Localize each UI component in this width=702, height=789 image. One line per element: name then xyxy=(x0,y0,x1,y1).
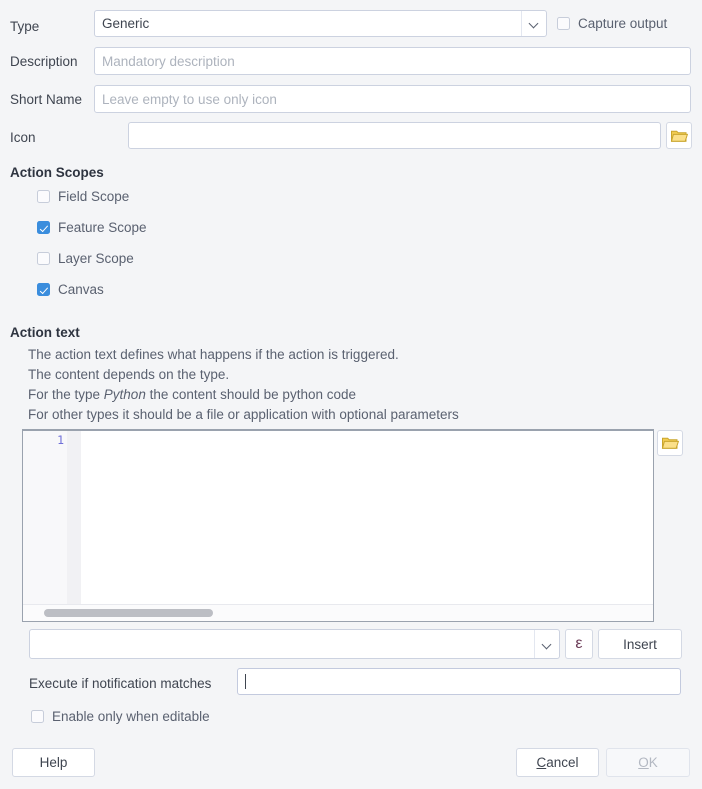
type-combobox[interactable]: Generic xyxy=(94,10,547,37)
editor-horizontal-scrollbar-thumb[interactable] xyxy=(44,609,213,617)
scope-layer-checkbox[interactable]: Layer Scope xyxy=(37,252,134,266)
action-text-title: Action text xyxy=(10,325,80,340)
action-text-help-line-3: For the type Python the content should b… xyxy=(28,385,459,405)
action-text-help-line-1: The action text defines what happens if … xyxy=(28,347,399,362)
editor-code-area[interactable] xyxy=(81,431,653,621)
type-label: Type xyxy=(10,19,40,34)
scope-layer-checkbox-box xyxy=(37,252,50,266)
chevron-down-icon xyxy=(521,11,546,36)
python-line-after: the content should be python code xyxy=(145,387,356,402)
scope-feature-checkbox[interactable]: Feature Scope xyxy=(37,221,147,235)
folder-icon xyxy=(670,130,688,142)
python-line-before: For the type xyxy=(28,387,104,402)
help-button-label: Help xyxy=(39,755,68,770)
scope-field-label: Field Scope xyxy=(58,189,130,204)
insert-button-label: Insert xyxy=(623,636,657,652)
scope-feature-checkbox-box xyxy=(37,221,50,235)
help-button[interactable]: Help xyxy=(12,748,95,777)
action-text-browse-button[interactable] xyxy=(657,430,683,456)
cancel-button[interactable]: Cancel xyxy=(516,748,599,777)
editor-line-number: 1 xyxy=(57,433,64,447)
type-combobox-value: Generic xyxy=(102,16,150,31)
editor-gutter: 1 xyxy=(23,431,67,621)
ok-button[interactable]: OK xyxy=(606,748,690,777)
icon-browse-button[interactable] xyxy=(666,122,692,149)
enable-only-when-editable-checkbox[interactable]: Enable only when editable xyxy=(31,710,210,724)
enable-only-when-editable-label: Enable only when editable xyxy=(52,709,210,724)
action-text-help: The action text defines what happens if … xyxy=(28,345,459,425)
notification-label: Execute if notification matches xyxy=(29,676,212,691)
action-properties-dialog: Type Generic Capture output Description … xyxy=(0,0,702,789)
notification-input[interactable] xyxy=(237,668,681,695)
notification-input-caret xyxy=(245,674,246,689)
action-scopes-title: Action Scopes xyxy=(10,165,104,180)
capture-output-label: Capture output xyxy=(578,16,668,31)
ok-button-label: OK xyxy=(638,755,658,770)
capture-output-checkbox-box xyxy=(557,17,570,31)
scope-field-checkbox-box xyxy=(37,190,50,204)
cancel-button-label: Cancel xyxy=(536,755,579,770)
python-line-emphasis: Python xyxy=(103,387,146,402)
epsilon-icon: ε xyxy=(575,635,583,652)
enable-only-when-editable-checkbox-box xyxy=(31,710,44,724)
scope-field-checkbox[interactable]: Field Scope xyxy=(37,190,129,204)
scope-layer-label: Layer Scope xyxy=(58,251,134,266)
description-input[interactable] xyxy=(94,47,691,75)
icon-label: Icon xyxy=(10,130,36,145)
insert-button[interactable]: Insert xyxy=(598,629,682,659)
short-name-input[interactable] xyxy=(94,85,691,113)
editor-horizontal-scrollbar[interactable] xyxy=(23,604,653,621)
scope-canvas-checkbox[interactable]: Canvas xyxy=(37,283,104,297)
expression-combobox[interactable] xyxy=(29,629,560,659)
capture-output-checkbox[interactable]: Capture output xyxy=(557,17,667,31)
action-text-help-line-2: The content depends on the type. xyxy=(28,367,230,382)
scope-canvas-label: Canvas xyxy=(58,282,104,297)
editor-gutter-separator xyxy=(67,431,81,621)
action-text-editor[interactable]: 1 xyxy=(22,429,654,622)
action-text-help-line-4: For other types it should be a file or a… xyxy=(28,407,459,422)
short-name-label: Short Name xyxy=(10,92,83,107)
scope-canvas-checkbox-box xyxy=(37,283,50,297)
chevron-down-icon xyxy=(534,630,559,658)
icon-path-input[interactable] xyxy=(128,122,661,149)
folder-icon xyxy=(661,437,679,449)
description-label: Description xyxy=(10,54,78,69)
scope-feature-label: Feature Scope xyxy=(58,220,147,235)
expression-editor-button[interactable]: ε xyxy=(565,629,593,659)
